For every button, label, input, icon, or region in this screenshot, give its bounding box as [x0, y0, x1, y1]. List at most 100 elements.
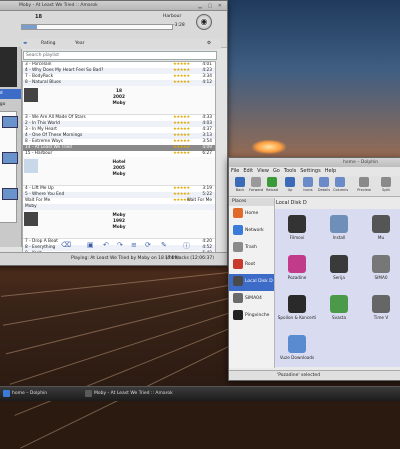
- album-title: Moby: [112, 213, 126, 218]
- amarok-titlebar[interactable]: Moby - At Least We Tried :: Amarok ▁ ▢ ✕: [0, 1, 227, 11]
- playlist-sort-bar: ◂▸ Rating Year ⚙: [21, 39, 221, 49]
- queue-icon[interactable]: ≡: [131, 241, 137, 249]
- redo-icon[interactable]: ↷: [117, 241, 123, 249]
- folder-icon[interactable]: [2, 188, 18, 200]
- split-button[interactable]: Split: [379, 177, 393, 192]
- menu-settings[interactable]: Settings: [300, 168, 321, 174]
- context-item[interactable]: ago: [0, 101, 21, 109]
- track-count-status: 174 tracks (12:06:37): [165, 256, 214, 261]
- folder-icon: [288, 215, 306, 233]
- taskbar-item[interactable]: home – Dolphin: [2, 389, 47, 399]
- file-view[interactable]: Filmovi Install Mu Pozadine Serija SIMA0 Spoil…: [275, 209, 400, 367]
- back-icon: [235, 177, 245, 187]
- taskbar-label: home – Dolphin: [12, 391, 48, 396]
- place-trash[interactable]: Trash: [229, 240, 274, 257]
- up-button[interactable]: Up: [283, 177, 297, 192]
- place-root[interactable]: Root: [229, 257, 274, 274]
- track-title: 2 - In This World: [25, 121, 60, 126]
- folder-item[interactable]: SIMA0: [361, 255, 400, 280]
- place-icon: [233, 259, 243, 269]
- clear-playlist-icon[interactable]: ⌫: [61, 241, 71, 249]
- navigation-arrows-icon[interactable]: ◂▸: [23, 41, 28, 46]
- places-header: Places: [229, 198, 274, 206]
- preview-button[interactable]: Preview: [357, 177, 371, 192]
- undo-icon[interactable]: ↶: [103, 241, 109, 249]
- track-title: 3 - Porcelain: [25, 62, 52, 67]
- folder-label: SIMA0: [374, 275, 388, 280]
- menu-view[interactable]: View: [257, 168, 269, 174]
- place-network[interactable]: Network: [229, 223, 274, 240]
- playlist[interactable]: 3 - Porcelain ★★★★★ 4:01 4 - Why Does My He…: [22, 61, 216, 253]
- folder-item[interactable]: Spoilon & Koncerti: [277, 295, 317, 320]
- album-group-header: Moby 1992 Moby: [23, 210, 215, 239]
- sort-rating[interactable]: Rating: [41, 41, 56, 46]
- taskbar: home – Dolphin Moby - At Least We Tried :…: [0, 386, 400, 401]
- place-sima04[interactable]: SIMA04: [229, 291, 274, 308]
- info-icon[interactable]: ⓘ: [183, 241, 190, 251]
- folder-item[interactable]: Install: [319, 215, 359, 240]
- folder-item[interactable]: Filmovi: [277, 215, 317, 240]
- folder-item[interactable]: Svasta: [319, 295, 359, 320]
- place-pingvinche[interactable]: Pingvinche: [229, 308, 274, 325]
- menu-edit[interactable]: Edit: [243, 168, 253, 174]
- sun-glow: [252, 140, 286, 154]
- folder-item[interactable]: Vuze Downloads: [277, 335, 317, 360]
- progress-fill: [22, 25, 37, 29]
- menu-go[interactable]: Go: [273, 168, 280, 174]
- place-label: Network: [245, 228, 264, 233]
- breadcrumb[interactable]: Local Disk D: [276, 198, 400, 208]
- album-year: 2005: [113, 166, 125, 171]
- toolbar-label: Forward: [249, 188, 264, 192]
- folder-icon: [330, 295, 348, 313]
- folder-item[interactable]: Mu: [361, 215, 400, 240]
- playlist-tools-icon[interactable]: ⚙: [207, 41, 211, 46]
- place-local-disk-d[interactable]: Local Disk D: [229, 274, 274, 291]
- track-title: 8 - Natural Blues: [25, 80, 61, 85]
- playlist-search-input[interactable]: Search playlist: [23, 51, 217, 60]
- folder-icon[interactable]: [2, 116, 18, 128]
- place-home[interactable]: Home: [229, 206, 274, 223]
- folder-icon: [372, 215, 390, 233]
- folder-icon[interactable]: [2, 152, 18, 164]
- album-artist: Moby: [112, 172, 126, 177]
- details-button[interactable]: Details: [317, 177, 331, 192]
- toolbar-label: Columns: [333, 188, 349, 192]
- time-remaining: -3:28: [173, 23, 185, 28]
- places-panel: Places Home Network Trash Root Local Disk D S…: [229, 198, 275, 368]
- details-icon: [319, 177, 329, 187]
- place-label: SIMA04: [245, 296, 262, 301]
- dynamic-icon[interactable]: ⟳: [145, 241, 151, 249]
- now-playing-status: Playing: At Least We Tried by Moby on 18…: [71, 256, 179, 261]
- folder-item[interactable]: Serija: [319, 255, 359, 280]
- forward-button[interactable]: Forward: [249, 177, 263, 192]
- place-label: Local Disk D: [245, 279, 273, 284]
- progress-slider[interactable]: [21, 24, 173, 30]
- save-playlist-icon[interactable]: ▣: [87, 241, 94, 249]
- back-button[interactable]: Back: [233, 177, 247, 192]
- menu-tools[interactable]: Tools: [284, 168, 296, 174]
- current-track-number: 18: [35, 14, 42, 20]
- folder-item[interactable]: Pozadine: [277, 255, 317, 280]
- folder-item[interactable]: Time V: [361, 295, 400, 320]
- path-current[interactable]: Local Disk D: [276, 200, 307, 206]
- window-buttons[interactable]: ▁ ▢ ✕: [198, 2, 224, 11]
- edit-icon[interactable]: ✎: [161, 241, 167, 249]
- speaker-icon[interactable]: ◉: [196, 14, 212, 30]
- reload-button[interactable]: Reload: [265, 177, 279, 192]
- context-list[interactable]: [0, 111, 18, 223]
- album-year: 2002: [113, 95, 125, 100]
- folder-label: Pozadine: [287, 275, 307, 280]
- columns-button[interactable]: Columns: [333, 177, 349, 192]
- icons-button[interactable]: Icons: [301, 177, 315, 192]
- window-title: Moby - At Least We Tried :: Amarok: [19, 3, 98, 8]
- folder-label: Vuze Downloads: [279, 355, 315, 360]
- taskbar-item[interactable]: Moby - At Least We Tried :: Amarok: [84, 389, 173, 399]
- amarok-window: Moby - At Least We Tried :: Amarok ▁ ▢ ✕…: [0, 0, 228, 266]
- folder-label: Time V: [373, 315, 389, 320]
- album-artist: Moby: [112, 101, 126, 106]
- menu-help[interactable]: Help: [325, 168, 336, 174]
- sort-year[interactable]: Year: [75, 41, 85, 46]
- menu-file[interactable]: File: [231, 168, 239, 174]
- dolphin-titlebar[interactable]: home – Dolphin: [229, 158, 400, 167]
- context-selected-item[interactable]: ed: [0, 89, 21, 99]
